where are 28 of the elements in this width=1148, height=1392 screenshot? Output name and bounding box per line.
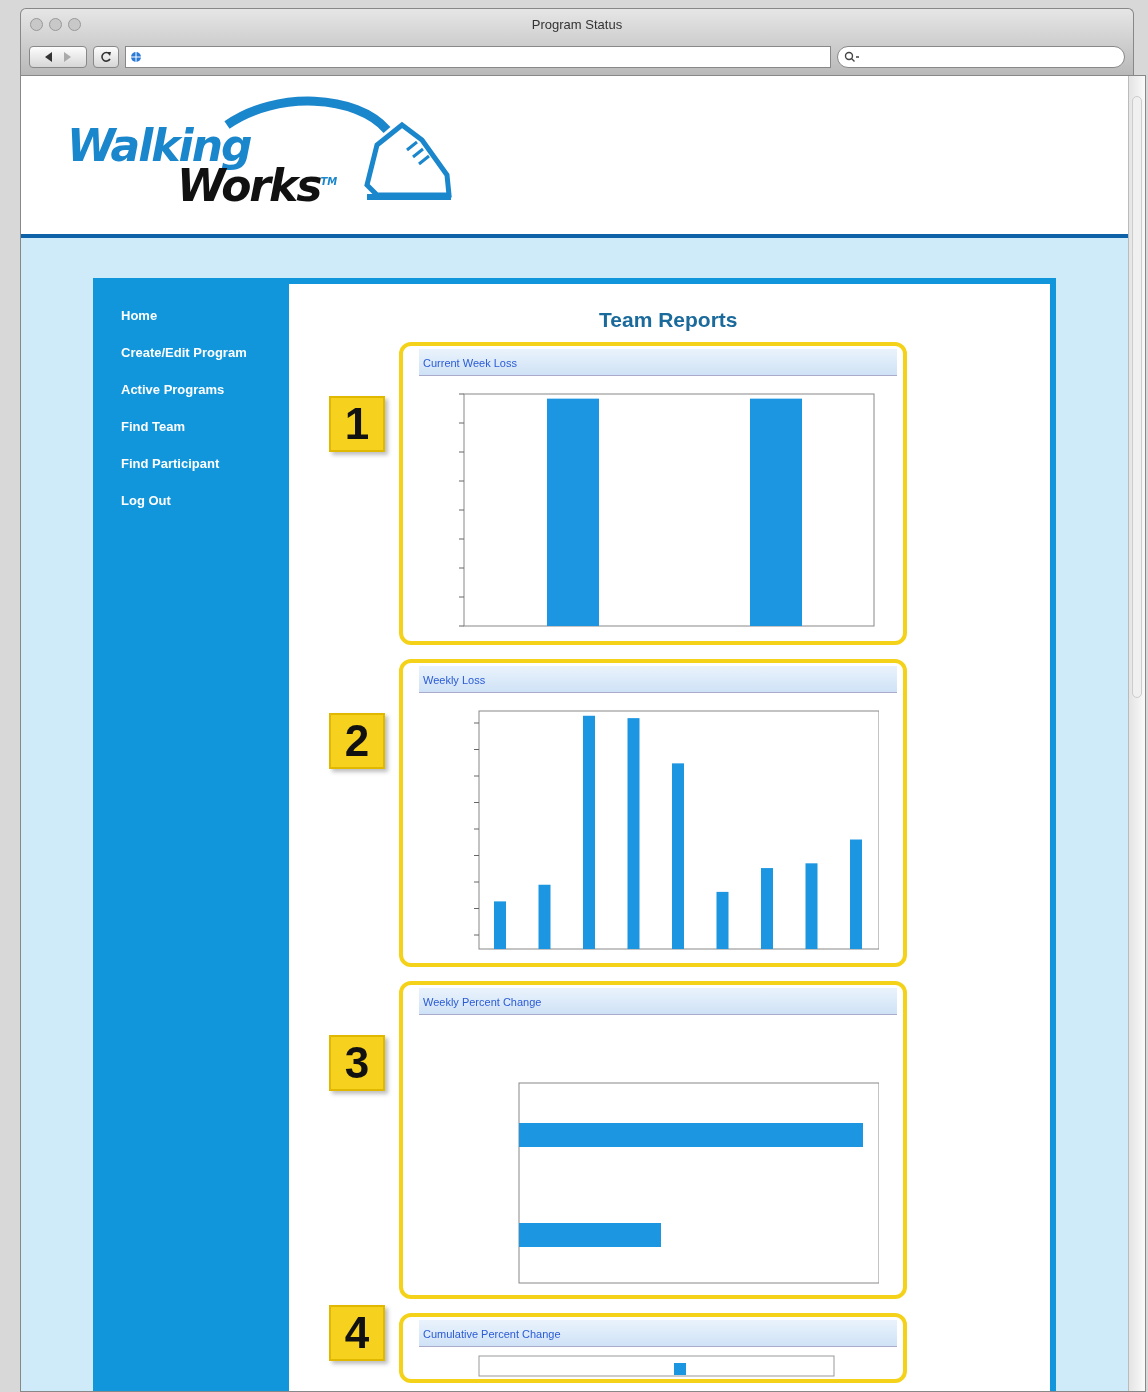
address-field[interactable] (125, 46, 831, 68)
report-title: Weekly Loss (423, 674, 486, 686)
report-title: Weekly Percent Change (423, 996, 542, 1008)
search-field[interactable] (837, 46, 1125, 68)
page-title: Team Reports (599, 308, 738, 332)
nav-link[interactable]: Find Participant (121, 456, 261, 471)
back-forward-button[interactable] (29, 46, 87, 68)
nav-link[interactable]: Find Team (121, 419, 261, 434)
nav-link[interactable]: Log Out (121, 493, 261, 508)
nav-link[interactable]: Active Programs (121, 382, 261, 397)
report-title: Current Week Loss (423, 357, 517, 369)
nav-link[interactable]: Home (121, 308, 261, 323)
logo[interactable]: Walking Works$^{TM}$ (67, 90, 462, 220)
window-controls-icon[interactable] (29, 17, 82, 32)
reload-icon (100, 51, 112, 63)
callout-badge: 2 (329, 713, 385, 769)
reload-button[interactable] (93, 46, 119, 68)
window-title: Program Status (531, 16, 623, 32)
chart-bar (674, 1363, 686, 1375)
report-title: Cumulative Percent Change (423, 1328, 561, 1340)
nav-link[interactable]: Create/Edit Program (121, 345, 261, 360)
globe-icon (130, 51, 142, 63)
callout-badge: 1 (329, 396, 385, 452)
callout-badge: 4 (329, 1305, 385, 1361)
callout-badge: 3 (329, 1035, 385, 1091)
chart-bar (494, 901, 506, 949)
search-icon (844, 51, 860, 63)
scrollbar[interactable] (1128, 76, 1145, 1391)
